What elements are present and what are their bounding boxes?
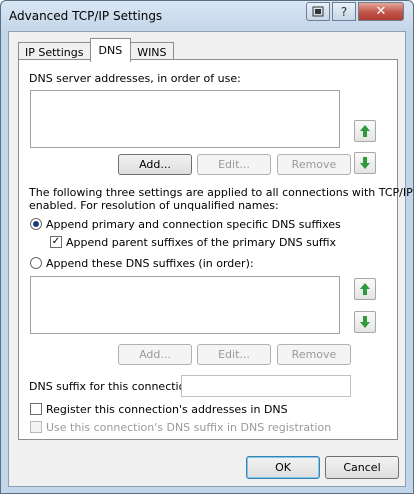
context-help-icon-button[interactable] [306,2,330,21]
arrow-up-icon [360,125,370,137]
dialog-window: Advanced TCP/IP Settings ? ✕ IP Settings… [0,0,414,494]
settings-description-line2: enabled. For resolution of unqualified n… [29,199,279,212]
add-suffix-button[interactable]: Add... [118,344,192,365]
register-addresses-checkbox[interactable] [30,403,42,415]
append-these-label[interactable]: Append these DNS suffixes (in order): [46,257,254,270]
close-icon: ✕ [375,4,387,19]
settings-description-line1: The following three settings are applied… [29,186,413,199]
dns-servers-label: DNS server addresses, in order of use: [29,72,241,85]
arrow-down-icon [360,316,370,328]
move-up-button[interactable] [354,120,376,142]
add-dns-button[interactable]: Add... [118,154,192,175]
dns-suffix-label: DNS suffix for this connection: [29,380,197,393]
suffix-move-down-button[interactable] [354,311,376,333]
tab-dns[interactable]: DNS [89,38,132,62]
remove-dns-button[interactable]: Remove [277,154,351,175]
close-button[interactable]: ✕ [358,2,404,21]
dns-suffix-input[interactable] [181,375,351,397]
append-primary-label[interactable]: Append primary and connection specific D… [46,218,341,231]
edit-suffix-button[interactable]: Edit... [197,344,271,365]
remove-suffix-button[interactable]: Remove [277,344,351,365]
help-button[interactable]: ? [332,2,356,21]
help-window-icon [312,6,324,16]
radio-selected-dot [33,221,39,227]
dns-tab-panel: DNS server addresses, in order of use: A… [18,59,413,440]
append-primary-radio[interactable] [30,218,42,230]
cancel-button[interactable]: Cancel [325,456,399,479]
register-addresses-label[interactable]: Register this connection's addresses in … [46,403,288,416]
title-bar[interactable]: Advanced TCP/IP Settings ? ✕ [1,1,413,31]
window-title: Advanced TCP/IP Settings [9,9,163,23]
move-down-button[interactable] [354,152,376,174]
arrow-down-icon [360,157,370,169]
use-suffix-checkbox[interactable] [30,421,42,433]
append-these-radio[interactable] [30,257,42,269]
arrow-up-icon [360,283,370,295]
tab-strip: IP Settings DNS WINS [18,38,174,62]
append-parent-checkbox[interactable]: ✓ [50,236,62,248]
dialog-body: IP Settings DNS WINS DNS server addresse… [8,31,413,487]
append-parent-label[interactable]: Append parent suffixes of the primary DN… [66,236,336,249]
question-icon: ? [340,4,348,19]
dns-suffixes-list[interactable] [30,276,340,334]
edit-dns-button[interactable]: Edit... [197,154,271,175]
suffix-move-up-button[interactable] [354,278,376,300]
use-suffix-label: Use this connection's DNS suffix in DNS … [46,421,332,434]
ok-button[interactable]: OK [246,456,320,479]
dns-servers-list[interactable] [30,90,340,148]
checkmark-icon: ✓ [51,236,61,247]
